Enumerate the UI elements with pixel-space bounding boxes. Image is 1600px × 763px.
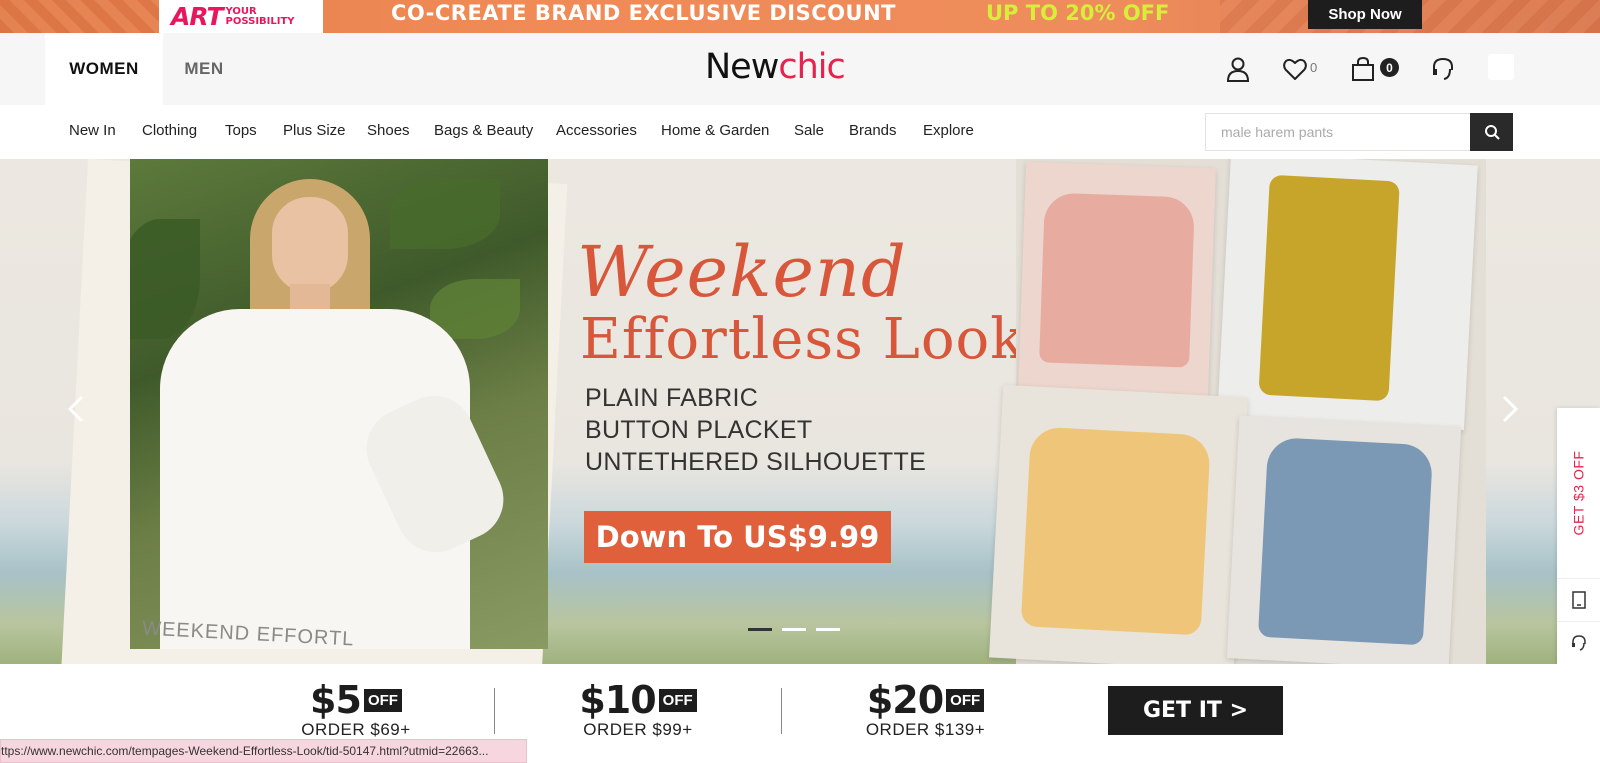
category-nav: New In Clothing Tops Plus Size Shoes Bag… [0, 105, 1600, 159]
coupon-condition: ORDER $69+ [301, 720, 411, 739]
wishlist-heart-icon[interactable] [1282, 56, 1308, 82]
nav-item-brands[interactable]: Brands [849, 122, 897, 139]
app-download-button[interactable] [1557, 578, 1600, 621]
model-face [272, 197, 348, 293]
promo-decoration-left [0, 0, 160, 33]
coupon-divider [781, 688, 782, 734]
blue-shirt-image [1257, 436, 1434, 646]
nav-item-shoes[interactable]: Shoes [367, 122, 410, 139]
get-coupon-label: GET $3 OFF [1570, 450, 1587, 536]
cart-count-badge: 0 [1380, 58, 1399, 77]
promo-banner[interactable]: ART YOUR POSSIBILITY CO-CREATE BRAND EXC… [0, 0, 1600, 33]
get-coupon-tab[interactable]: GET $3 OFF [1557, 408, 1600, 578]
product-tile-yellow-pants[interactable] [1217, 159, 1478, 431]
side-floating-rail: GET $3 OFF [1557, 408, 1600, 706]
nav-item-explore[interactable]: Explore [923, 122, 974, 139]
nav-item-home-garden[interactable]: Home & Garden [661, 122, 769, 139]
carousel-prev-arrow-icon[interactable] [62, 389, 92, 429]
coupon-amount: $20 [866, 678, 944, 722]
avatar[interactable] [1488, 54, 1514, 80]
nav-item-tops[interactable]: Tops [225, 122, 257, 139]
nav-item-new-in[interactable]: New In [69, 122, 116, 139]
hero-feature-3: UNTETHERED SILHOUETTE [585, 448, 927, 476]
account-icon[interactable] [1225, 56, 1251, 82]
logo-text-new: New [705, 47, 779, 87]
logo-text-chic: chic [778, 47, 845, 87]
hero-title-weekend: Weekend [577, 231, 907, 313]
coupon-condition: ORDER $99+ [583, 720, 693, 739]
promo-logo-your-possibility: YOUR POSSIBILITY [225, 5, 295, 27]
hero-feature-1: PLAIN FABRIC [585, 384, 759, 412]
promo-discount: UP TO 20% OFF [986, 1, 1170, 25]
yellow-top-image [1020, 426, 1211, 636]
carousel-dot-3[interactable] [816, 628, 840, 631]
coupon-20-off: $20 OFF ORDER $139+ [858, 678, 993, 740]
tab-women[interactable]: WOMEN [45, 33, 163, 105]
nav-item-accessories[interactable]: Accessories [556, 122, 637, 139]
browser-status-url: ttps://www.newchic.com/tempages-Weekend-… [0, 739, 527, 763]
yellow-pants-image [1258, 174, 1400, 402]
coupon-10-off: $10 OFF ORDER $99+ [573, 678, 703, 740]
cart-bag-icon[interactable] [1350, 56, 1376, 82]
promo-logo-art: ART [171, 2, 224, 31]
product-tile-yellow-top[interactable] [989, 384, 1248, 664]
carousel-pagination [748, 628, 840, 631]
search-input[interactable]: male harem pants [1205, 113, 1470, 151]
product-tile-blue-shirt[interactable] [1226, 415, 1462, 664]
hero-carousel[interactable]: WEEKEND EFFORTL Weekend Effortless Look … [0, 159, 1600, 664]
photo-foliage [390, 179, 500, 249]
shop-now-button[interactable]: Shop Now [1308, 0, 1422, 29]
site-header: WOMEN MEN Newchic 0 0 [0, 33, 1600, 105]
hero-model-photo [130, 159, 548, 649]
hero-price-button[interactable]: Down To US$9.99 [584, 511, 891, 563]
wishlist-count: 0 [1310, 60, 1318, 75]
hero-title-effortless-look: Effortless Look [580, 307, 1026, 372]
search-icon [1484, 125, 1500, 140]
headset-icon [1571, 635, 1586, 651]
side-support-button[interactable] [1557, 621, 1600, 664]
promo-brand-logo: ART YOUR POSSIBILITY [159, 0, 323, 33]
nav-item-plus-size[interactable]: Plus Size [283, 122, 346, 139]
coupon-5-off: $5 OFF ORDER $69+ [296, 678, 416, 740]
carousel-dot-1[interactable] [748, 628, 772, 631]
promo-headline: CO-CREATE BRAND EXCLUSIVE DISCOUNT [391, 1, 896, 25]
customer-service-headset-icon[interactable] [1430, 56, 1456, 82]
coupon-divider [494, 688, 495, 734]
coupon-off-badge: OFF [363, 688, 402, 712]
get-it-button[interactable]: GET IT > [1108, 686, 1283, 735]
phone-icon [1571, 591, 1586, 609]
nav-item-sale[interactable]: Sale [794, 122, 824, 139]
carousel-dot-2[interactable] [782, 628, 806, 631]
nav-item-bags-beauty[interactable]: Bags & Beauty [434, 122, 533, 139]
coupon-condition: ORDER $139+ [865, 720, 986, 739]
photo-foliage [130, 219, 200, 339]
coupon-amount: $5 [310, 678, 362, 722]
search-button[interactable] [1470, 113, 1513, 151]
hero-feature-2: BUTTON PLACKET [585, 416, 813, 444]
coupon-off-badge: OFF [946, 688, 985, 712]
tab-men[interactable]: MEN [163, 33, 245, 105]
pink-shirt-image [1039, 192, 1195, 368]
product-tile-pink-shirt[interactable] [1018, 161, 1216, 399]
nav-item-clothing[interactable]: Clothing [142, 122, 197, 139]
newchic-logo[interactable]: Newchic [705, 47, 846, 87]
carousel-next-arrow-icon[interactable] [1494, 389, 1524, 429]
coupon-amount: $10 [579, 678, 656, 722]
coupon-off-badge: OFF [658, 688, 697, 712]
